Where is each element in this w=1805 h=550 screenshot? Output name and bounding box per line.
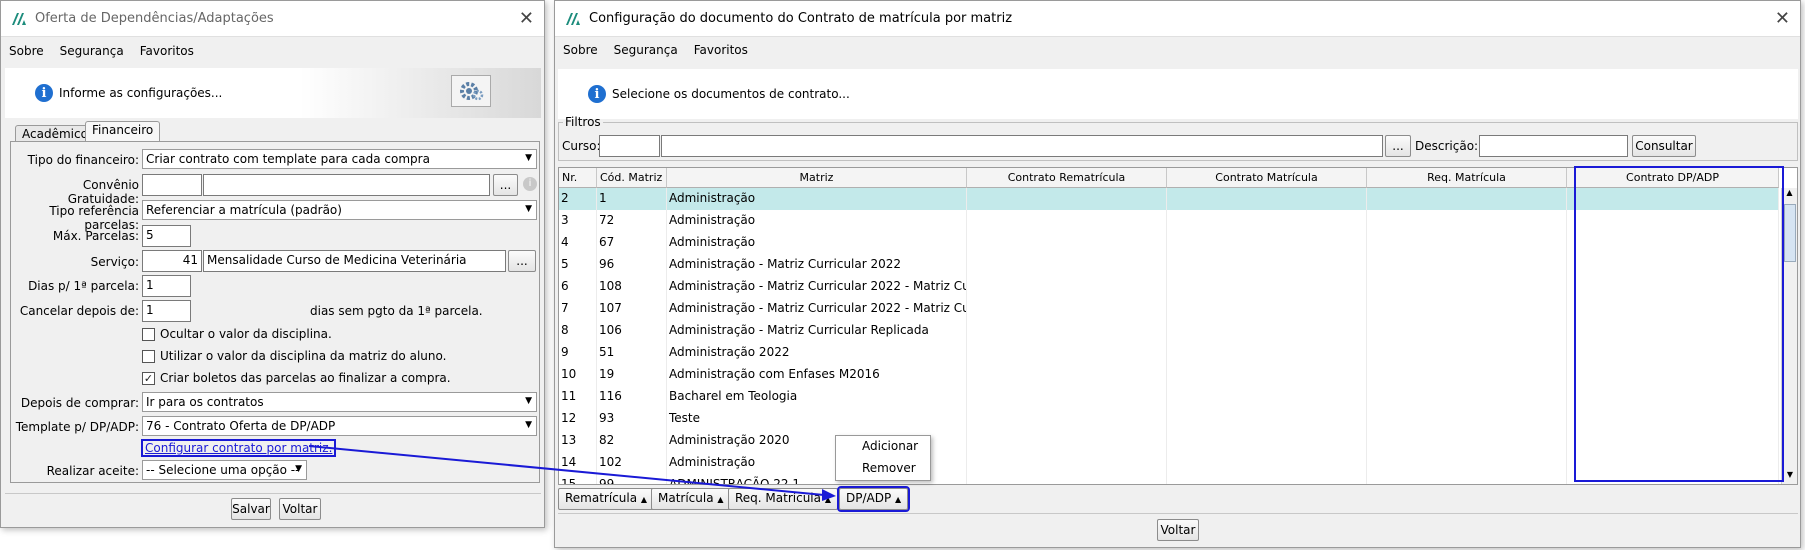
annotation-arrow <box>308 445 836 501</box>
